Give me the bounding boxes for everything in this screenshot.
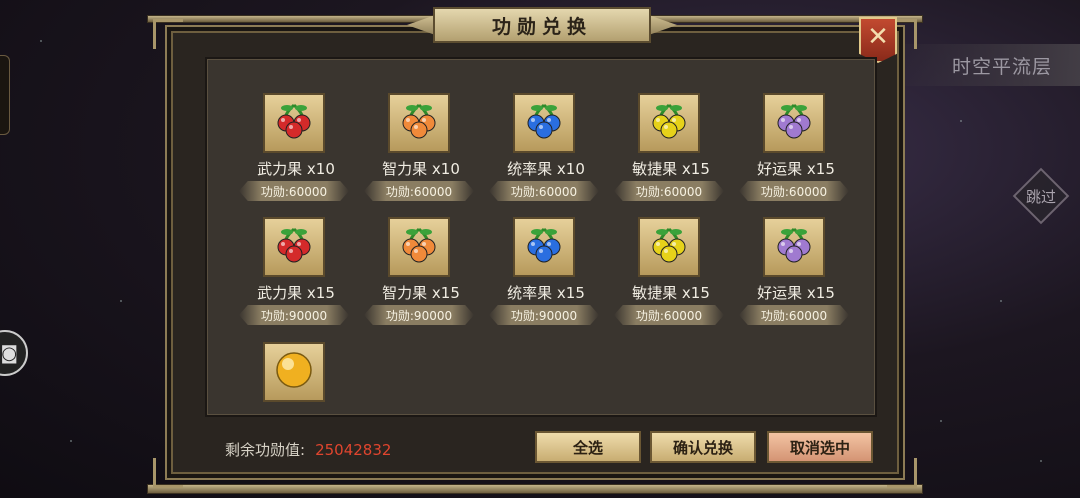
item-cost: 功勋:60000 xyxy=(739,305,849,325)
exchange-item[interactable]: 统率果 x15 功勋:90000 xyxy=(486,217,606,333)
exchange-item[interactable]: 智力果 x10 功勋:60000 xyxy=(361,93,481,209)
item-slot[interactable] xyxy=(513,217,575,277)
item-slot[interactable] xyxy=(263,93,325,153)
orange-fruit-icon xyxy=(397,99,441,147)
orange-fruit-icon xyxy=(397,223,441,271)
remaining-merit: 剩余功勋值: 25042832 xyxy=(225,439,391,460)
select-all-button[interactable]: 全选 xyxy=(535,431,641,463)
purple-fruit-icon xyxy=(772,99,816,147)
item-slot[interactable] xyxy=(763,93,825,153)
item-slot[interactable] xyxy=(763,217,825,277)
item-slot[interactable] xyxy=(513,93,575,153)
confirm-exchange-button[interactable]: 确认兑换 xyxy=(650,431,756,463)
exchange-item[interactable]: 好运果 x15 功勋:60000 xyxy=(736,93,856,209)
item-slot[interactable] xyxy=(638,217,700,277)
item-cost: 功勋:60000 xyxy=(614,181,724,201)
item-grid: 武力果 x10 功勋:60000 智力果 x10 功勋:60000 统率果 x10 功勋:… xyxy=(205,57,877,417)
exchange-item[interactable]: 统率果 x10 功勋:60000 xyxy=(486,93,606,209)
item-name: 武力果 x15 xyxy=(257,284,335,302)
remaining-label: 剩余功勋值: xyxy=(225,441,306,459)
red-fruit-icon xyxy=(272,223,316,271)
item-name: 好运果 x15 xyxy=(757,284,835,302)
exchange-item[interactable]: 武力果 x10 功勋:60000 xyxy=(236,93,356,209)
item-name: 敏捷果 x15 xyxy=(632,284,710,302)
item-cost: 功勋:60000 xyxy=(739,181,849,201)
item-cost: 功勋:60000 xyxy=(614,305,724,325)
item-cost: 功勋:90000 xyxy=(364,305,474,325)
item-cost: 功勋:90000 xyxy=(239,305,349,325)
left-side-tab[interactable] xyxy=(0,55,10,135)
skip-button[interactable]: 跳过 xyxy=(1012,167,1070,225)
red-fruit-icon xyxy=(272,99,316,147)
exchange-item[interactable]: 武力果 x15 功勋:90000 xyxy=(236,217,356,333)
exchange-item[interactable]: 智力果 x15 功勋:90000 xyxy=(361,217,481,333)
exchange-item[interactable]: 敏捷果 x15 功勋:60000 xyxy=(611,93,731,209)
item-name: 敏捷果 x15 xyxy=(632,160,710,178)
item-name: 统率果 x15 xyxy=(507,284,585,302)
item-slot[interactable] xyxy=(263,342,325,402)
close-icon: ✕ xyxy=(867,22,889,52)
blue-fruit-icon xyxy=(522,223,566,271)
purple-fruit-icon xyxy=(772,223,816,271)
item-slot[interactable] xyxy=(638,93,700,153)
exchange-item[interactable]: 敏捷果 x15 功勋:60000 xyxy=(611,217,731,333)
remaining-value: 25042832 xyxy=(315,441,392,459)
item-cost: 功勋:60000 xyxy=(239,181,349,201)
blue-fruit-icon xyxy=(522,99,566,147)
item-name: 智力果 x15 xyxy=(382,284,460,302)
item-slot[interactable] xyxy=(388,217,450,277)
dialog-title-plate: 功勋兑换 xyxy=(407,7,677,43)
item-slot[interactable] xyxy=(263,217,325,277)
item-name: 武力果 x10 xyxy=(257,160,335,178)
item-name: 智力果 x10 xyxy=(382,160,460,178)
yellow-fruit-icon xyxy=(647,99,691,147)
item-cost: 功勋:60000 xyxy=(489,181,599,201)
yellow-fruit-icon xyxy=(647,223,691,271)
skip-label: 跳过 xyxy=(1025,187,1056,206)
item-slot[interactable] xyxy=(388,93,450,153)
item-cost: 功勋:90000 xyxy=(489,305,599,325)
cancel-selection-button[interactable]: 取消选中 xyxy=(767,431,873,463)
dialog-title: 功勋兑换 xyxy=(491,15,592,38)
exchange-item[interactable]: 好运果 x15 功勋:60000 xyxy=(736,217,856,333)
exchange-dialog: 功勋兑换 ✕ 武力果 x10 功勋:60000 智力果 x10 功勋:60000 统率果… xyxy=(147,7,923,494)
item-name: 好运果 x15 xyxy=(757,160,835,178)
item-cost: 功勋:60000 xyxy=(364,181,474,201)
item-name: 统率果 x10 xyxy=(507,160,585,178)
location-banner: 时空平流层 xyxy=(905,44,1080,86)
golden-orb-icon xyxy=(272,348,316,396)
